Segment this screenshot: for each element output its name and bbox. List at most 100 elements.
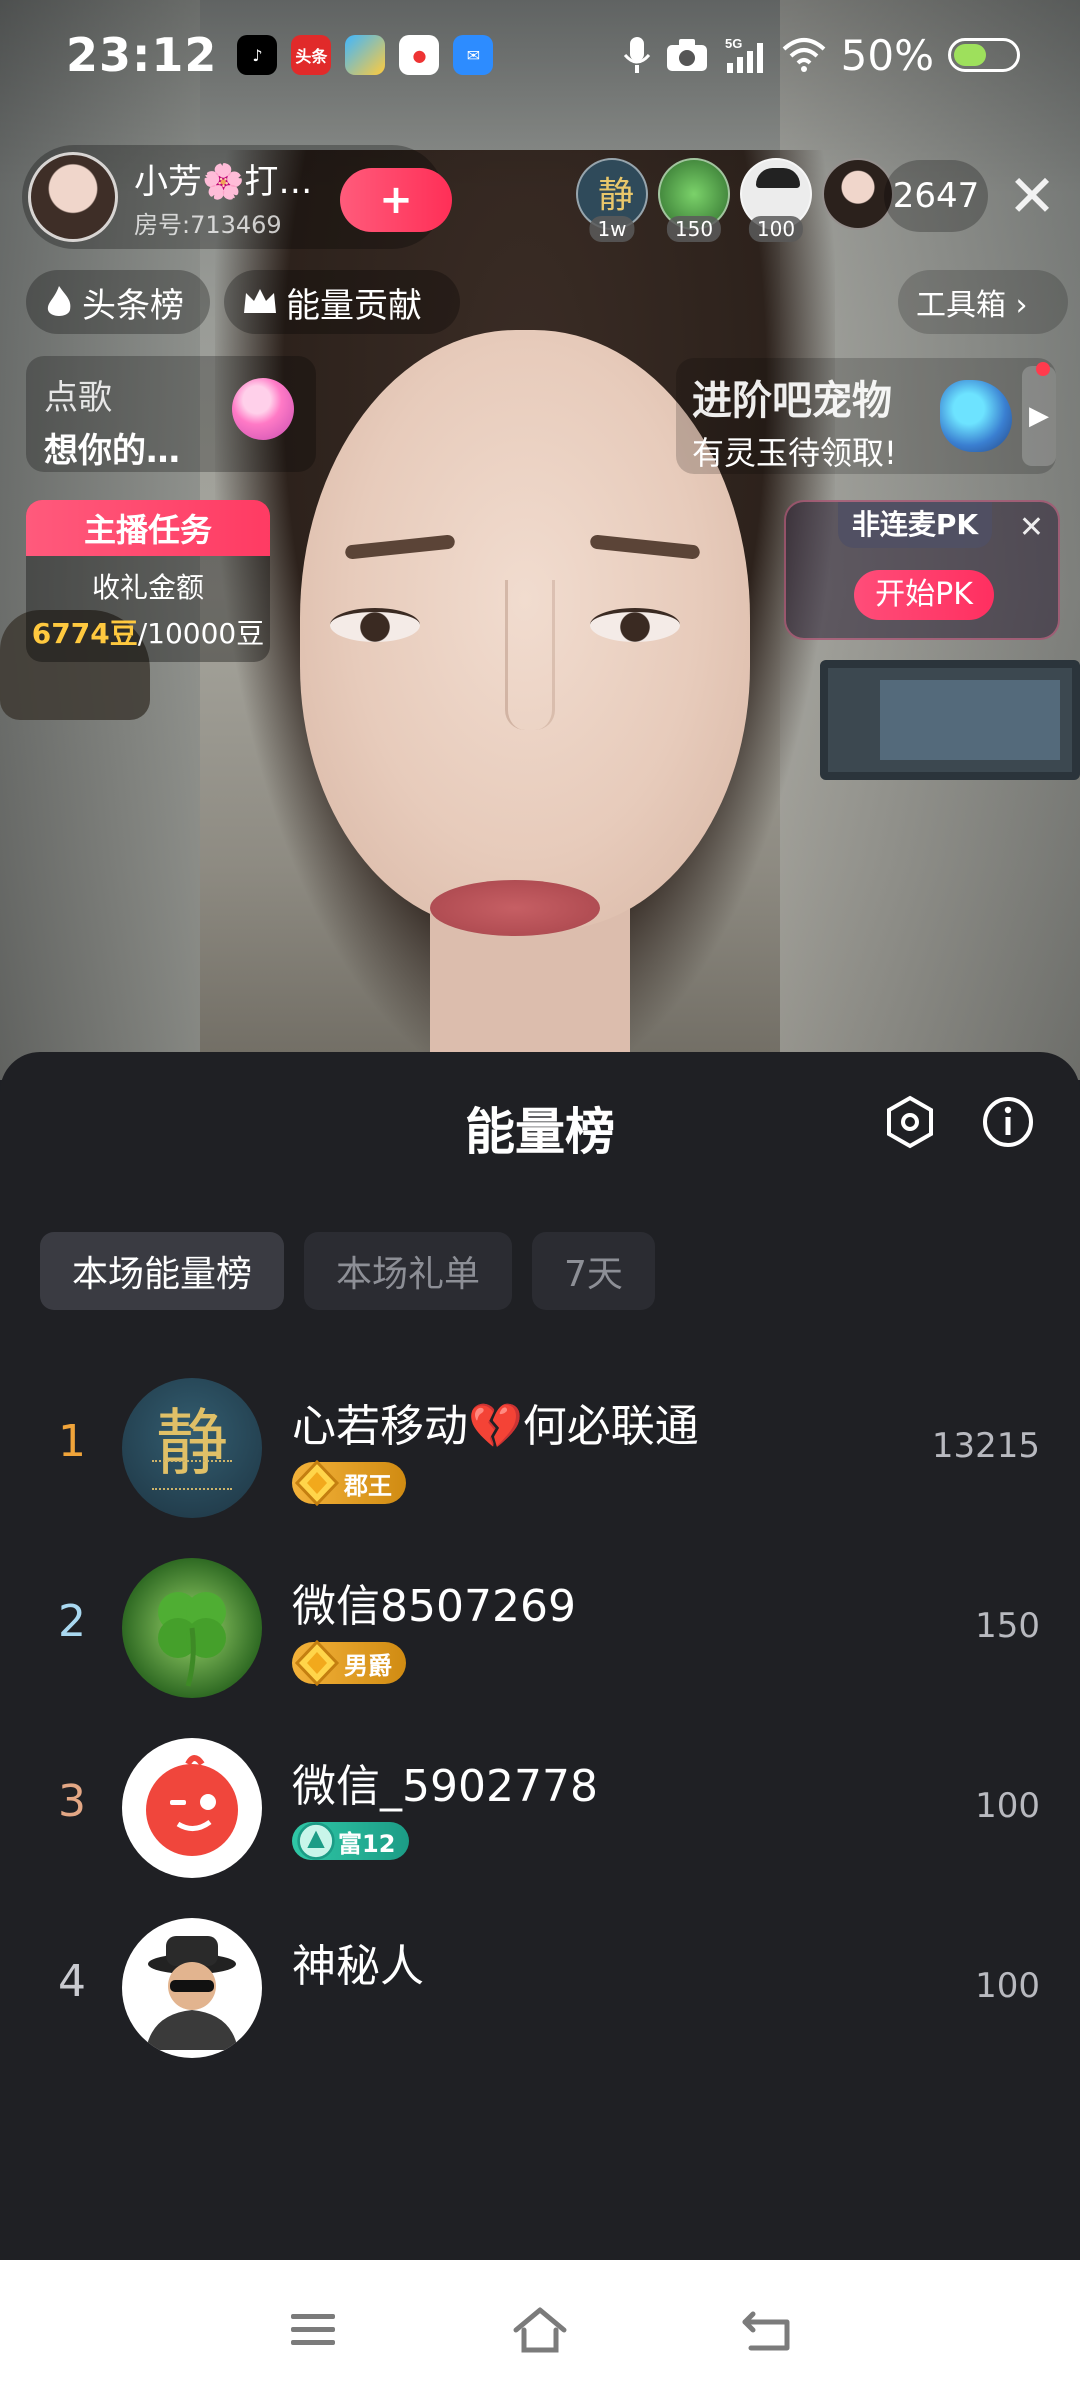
- toolbox-button[interactable]: 工具箱 ›: [898, 270, 1068, 334]
- toolbox-label: 工具箱 ›: [916, 288, 1028, 323]
- song-request-card[interactable]: 点歌 想你的…: [26, 356, 316, 472]
- pet-promo-card[interactable]: 进阶吧宠物 有灵玉待领取! ▶: [676, 358, 1056, 474]
- top-viewers: 静 1w 150 100: [576, 158, 894, 242]
- hat-icon: [756, 168, 800, 188]
- task-label: 收礼金额: [91, 571, 204, 604]
- menu-button[interactable]: [273, 2290, 353, 2370]
- store-icon: [345, 35, 386, 75]
- status-right: 5G 50%: [623, 31, 1020, 80]
- headline-rank-label: 头条榜: [82, 285, 184, 326]
- lollipop-icon: [232, 378, 294, 440]
- battery-icon: [948, 38, 1020, 72]
- level-badge: 男爵: [292, 1640, 406, 1686]
- user-avatar[interactable]: 静: [122, 1378, 262, 1518]
- energy-score: 100: [975, 1966, 1040, 2006]
- user-name: 神秘人: [292, 1941, 424, 1992]
- tab-session-energy[interactable]: 本场能量榜: [40, 1232, 285, 1310]
- energy-contribution-button[interactable]: 能量贡献: [224, 270, 460, 334]
- status-app-icons: ♪ 头条 ● ✉: [237, 35, 494, 75]
- rank-number: 2: [58, 1596, 86, 1647]
- user-avatar[interactable]: [122, 1918, 262, 2058]
- rank-row[interactable]: 2 微信8507269 男爵 150: [0, 1550, 1080, 1700]
- diamond-badge-icon: [294, 1640, 340, 1686]
- tiktok-icon: ♪: [237, 35, 278, 75]
- battery-percent: 50%: [840, 30, 934, 80]
- tab-7-days[interactable]: 7天: [532, 1232, 655, 1310]
- mystery-person-icon: [146, 1936, 238, 2050]
- user-name: 心若移动💔何必联通: [292, 1401, 699, 1452]
- energy-score: 150: [975, 1606, 1040, 1646]
- energy-contribution-label: 能量贡献: [286, 285, 422, 326]
- pk-card: 非连麦PK ✕ 开始PK: [784, 500, 1060, 640]
- navigation-bar: [0, 2260, 1080, 2400]
- mail-icon: ✉: [453, 35, 494, 75]
- user-name: 微信8507269: [292, 1581, 576, 1632]
- badge-label: 郡王: [344, 1471, 392, 1500]
- badge-label: 富12: [338, 1829, 396, 1858]
- energy-score: 13215: [931, 1426, 1040, 1466]
- camera-icon: [666, 39, 707, 71]
- level-badge: 富12: [292, 1822, 410, 1860]
- headline-rank-button[interactable]: 头条榜: [26, 270, 210, 334]
- rank-number: 3: [58, 1776, 86, 1827]
- rank-row[interactable]: 3 微信_5902778 富12 100: [0, 1730, 1080, 1880]
- level-badge: 郡王: [292, 1460, 406, 1506]
- map-icon: ●: [399, 35, 440, 75]
- settings-hexagon-icon[interactable]: [878, 1090, 942, 1154]
- viewer-avatar[interactable]: 静 1w: [576, 158, 648, 242]
- home-button[interactable]: [500, 2290, 580, 2370]
- wealth-triangle-icon: [297, 1822, 335, 1860]
- home-icon: [513, 2307, 567, 2353]
- close-live-button[interactable]: ✕: [1000, 164, 1064, 228]
- energy-score: 100: [975, 1786, 1040, 1826]
- task-title: 主播任务: [26, 500, 270, 556]
- task-target: /10000豆: [137, 617, 265, 650]
- user-avatar[interactable]: [122, 1558, 262, 1698]
- host-avatar[interactable]: [28, 152, 118, 242]
- rank-tabs: 本场能量榜 本场礼单 7天: [40, 1232, 655, 1310]
- signal-5g-icon: 5G: [725, 36, 763, 73]
- wifi-icon: [782, 38, 825, 72]
- status-bar: 23:12 ♪ 头条 ● ✉ 5G 50%: [0, 0, 1080, 110]
- host-name: 小芳🌸打…: [134, 162, 313, 202]
- pk-close-button[interactable]: ✕: [1019, 510, 1044, 545]
- task-current: 6774豆: [31, 617, 138, 650]
- wink-face-icon: [146, 1755, 238, 1856]
- calligraphy-decoration: [152, 1460, 232, 1490]
- back-button[interactable]: [727, 2290, 807, 2370]
- task-progress: 6774豆/10000豆: [26, 612, 270, 652]
- badge-label: 男爵: [344, 1651, 392, 1680]
- toutiao-icon: 头条: [291, 35, 332, 75]
- back-icon: [742, 2311, 790, 2351]
- tab-session-gifts[interactable]: 本场礼单: [304, 1232, 513, 1310]
- clover-icon: [158, 1592, 226, 1687]
- start-pk-button[interactable]: 开始PK: [854, 570, 994, 620]
- pet-arrow-button[interactable]: ▶: [1022, 366, 1056, 466]
- rank-number: 1: [58, 1416, 86, 1467]
- diamond-badge-icon: [294, 1460, 340, 1506]
- info-icon[interactable]: [976, 1090, 1040, 1154]
- host-task-card[interactable]: 主播任务 收礼金额 6774豆/10000豆: [26, 500, 270, 662]
- crown-icon: [244, 289, 276, 313]
- user-avatar[interactable]: [122, 1738, 262, 1878]
- status-time: 23:12: [66, 28, 218, 82]
- svg-text:5G: 5G: [725, 36, 742, 51]
- viewer-badge: 1w: [589, 216, 635, 242]
- notification-dot: [1036, 362, 1050, 376]
- user-name: 微信_5902778: [292, 1761, 598, 1812]
- pk-tag: 非连麦PK: [838, 502, 992, 548]
- energy-rank-sheet: 能量榜 本场能量榜 本场礼单 7天 1 静 心若移动💔何必联通 郡王 13215…: [0, 1052, 1080, 2260]
- calligraphy-icon: 静: [598, 175, 635, 216]
- room-id: 房号:713469: [134, 211, 282, 239]
- viewer-badge: 150: [666, 216, 722, 242]
- rank-row[interactable]: 4 神秘人 100: [0, 1910, 1080, 2060]
- follow-button[interactable]: +: [340, 168, 452, 232]
- viewer-avatar[interactable]: 100: [740, 158, 812, 242]
- menu-icon: [291, 2314, 336, 2345]
- viewer-count[interactable]: 2647: [884, 160, 988, 232]
- viewer-avatar[interactable]: 150: [658, 158, 730, 242]
- rank-row[interactable]: 1 静 心若移动💔何必联通 郡王 13215: [0, 1370, 1080, 1520]
- fire-icon: [47, 286, 71, 316]
- microphone-icon: [623, 37, 650, 73]
- rank-number: 4: [58, 1956, 86, 2007]
